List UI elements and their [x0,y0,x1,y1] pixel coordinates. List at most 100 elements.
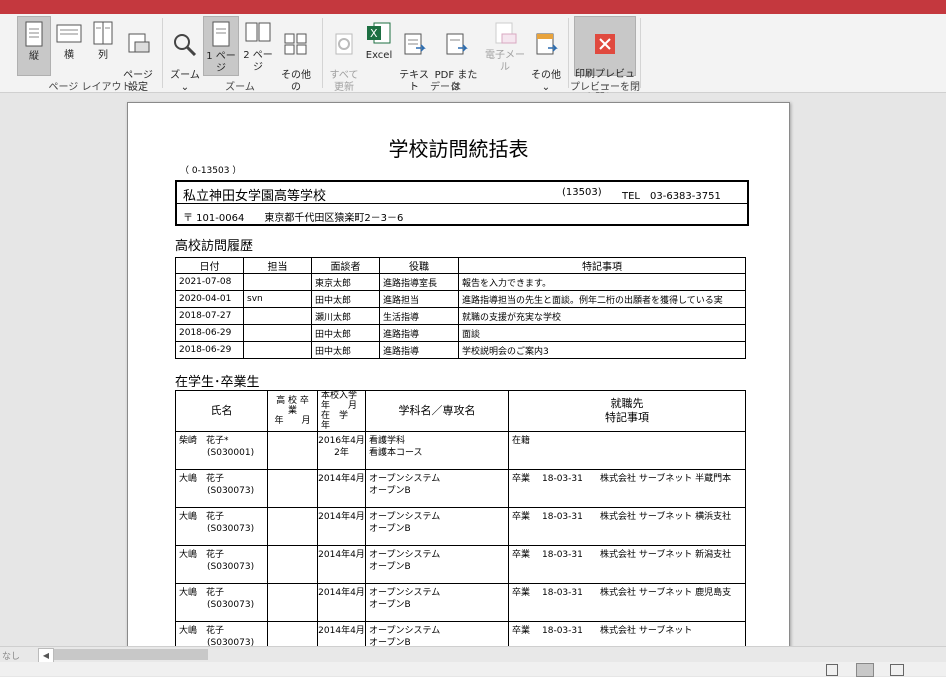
page-setup-button[interactable]: ページ 設定 [120,16,156,93]
pdf-xps-button[interactable]: PDF または XPS [432,16,480,105]
student-dept: オープンシステム [369,550,441,560]
excel-icon: X [367,22,391,44]
close-preview-button[interactable]: 印刷プレビュー を閉じる [574,16,636,104]
report-title: 学校訪問統括表 [388,137,529,161]
portrait-icon [25,21,43,47]
student-company: 株式会社 サーブネット 横浜支社 [600,512,732,522]
table-row: 2018-06-29 田中太郎 進路指導 面談 [175,324,746,342]
students-header-row: 氏名 高 校 卒 業 年 月 本校入学 年 月 在 学 年 学科名／専攻名 就職… [175,390,746,432]
student-job-line: 卒業 18-03-31 株式会社 サーブネット 新潟支社 [512,549,742,561]
landscape-label: 横 [64,50,74,61]
student-dept-cell: 看護学科 看護本コース [365,431,509,470]
excel-label: Excel [365,50,393,61]
visits-header-cell: 役職 [379,257,459,274]
visits-cell: 瀬川太郎 [311,307,380,325]
student-enroll-cell: 2014年4月 [317,621,366,646]
landscape-button[interactable]: 横 [53,16,85,76]
zoom-label: ズーム ⌄ [170,70,200,93]
refresh-all-button[interactable]: すべて 更新 [328,16,360,93]
email-button[interactable]: 電子メール [482,16,528,76]
report-page: 学校訪問統括表 （ 0-13503 ） 私立神田女学園高等学校 (13503) … [127,102,790,646]
student-job-cell: 卒業 18-03-31 株式会社 サーブネット 横浜支社 [508,507,746,546]
student-grad-date: 18-03-31 [542,588,583,598]
student-enroll-cell: 2014年4月 [317,469,366,508]
student-job-cell: 卒業 18-03-31 株式会社 サーブネット [508,621,746,646]
student-job-cell: 卒業 18-03-31 株式会社 サーブネット 鹿児島支 [508,583,746,622]
student-id: (S030073) [207,524,255,534]
visits-cell: 生活指導 [379,307,459,325]
scroll-thumb[interactable] [54,649,208,660]
two-page-label: 2 ページ [243,50,273,73]
student-status: 卒業 [512,512,531,522]
student-grad-cell [267,469,318,508]
view-layout-icon[interactable] [890,664,904,676]
one-page-label: 1 ページ [206,51,236,74]
visits-cell [243,307,312,325]
visits-body: 2021-07-08 東京太郎 進路指導室長 報告を入力できます。 2020-04-01… [175,273,746,359]
portrait-button[interactable]: 縦 [17,16,51,76]
school-info-box: 私立神田女学園高等学校 (13503) TEL 03-6383-3751 〒 1… [175,180,749,226]
scroll-left-button[interactable]: ◀ [38,648,54,663]
student-id: (S030001) [207,448,255,458]
student-id: (S030073) [207,486,255,496]
visits-cell: 田中太郎 [311,324,380,342]
student-grad-cell [267,583,318,622]
student-name: 柴崎 花子* [179,436,229,446]
student-company: 株式会社 サーブネット 半蔵門本 [600,474,732,484]
columns-button[interactable]: 列 [88,16,118,76]
student-course: 看護本コース [369,448,423,458]
two-page-button[interactable]: 2 ページ [240,16,276,76]
visits-header-cell: 日付 [175,257,244,274]
group-separator [162,18,163,88]
student-dept-cell: オープンシステム オープンB [365,507,509,546]
landscape-icon [56,24,82,43]
zoom-button[interactable]: ズーム ⌄ [168,16,202,93]
col-name: 氏名 [175,390,268,432]
student-enroll-year: 2014年4月 [318,474,365,484]
visits-heading: 高校訪問履歴 [175,239,254,254]
student-name-cell: 大嶋 花子 (S030073) [175,469,268,508]
visits-table: 日付 担当 面談者 役職 特記事項 2021-07-08 東京太郎 進路指導室長 報告を入力で… [175,257,746,359]
student-course: オープンB [369,638,411,646]
student-id: (S030073) [207,600,255,610]
student-id: (S030073) [207,562,255,572]
table-row: 大嶋 花子 (S030073) 2014年4月 オープンシステム オープンB 卒業 18-0… [175,545,746,584]
visits-header-cell: 担当 [243,257,312,274]
student-name-cell: 大嶋 花子 (S030073) [175,583,268,622]
preview-area[interactable]: 学校訪問統括表 （ 0-13503 ） 私立神田女学園高等学校 (13503) … [0,93,946,646]
portrait-label: 縦 [29,51,39,62]
student-job-line: 卒業 18-03-31 株式会社 サーブネット [512,625,742,637]
table-row: 2020-04-01 svn 田中太郎 進路担当 進路指導担当の先生と面談。例年二桁の出… [175,290,746,308]
student-status: 卒業 [512,474,531,484]
visits-cell: svn [243,290,312,308]
view-print-preview-icon[interactable] [856,663,874,677]
student-grad-date: 18-03-31 [542,474,583,484]
col-job: 就職先 特記事項 [508,390,746,432]
school-name: 私立神田女学園高等学校 [183,189,327,204]
columns-label: 列 [98,50,108,61]
student-course: オープンB [369,562,411,572]
visits-cell: 2018-07-27 [175,307,244,325]
horizontal-scrollbar[interactable]: なし ◀ [0,646,946,663]
student-name: 大嶋 花子 [179,474,225,484]
student-job-cell: 卒業 18-03-31 株式会社 サーブネット 新潟支社 [508,545,746,584]
student-name-cell: 大嶋 花子 (S030073) [175,621,268,646]
student-job-cell: 卒業 18-03-31 株式会社 サーブネット 半蔵門本 [508,469,746,508]
student-company: 株式会社 サーブネット 鹿児島支 [600,588,732,598]
visits-cell: 面談 [458,324,746,342]
student-enroll-cell: 2014年4月 [317,545,366,584]
view-report-icon[interactable] [826,664,838,676]
two-page-icon [245,22,271,42]
text-file-button[interactable]: テキスト ファイル [397,16,431,117]
visits-header-row: 日付 担当 面談者 役職 特記事項 [175,257,746,274]
other-export-button[interactable]: その他 ⌄ [530,16,562,93]
zoom-group-label: ズーム [225,82,255,93]
excel-button[interactable]: X Excel [362,16,396,76]
more-pages-button[interactable]: その他の ページ ⌄ [277,16,315,117]
student-dept: オープンシステム [369,474,441,484]
student-enroll-cell: 2016年4月 2年 [317,431,366,470]
pdf-icon [446,33,468,55]
one-page-button[interactable]: 1 ページ [203,16,239,76]
table-row: 柴崎 花子* (S030001) 2016年4月 2年 看護学科 看護本コース 在籍 [175,431,746,470]
table-row: 2018-07-27 瀬川太郎 生活指導 就職の支援が充実な学校 [175,307,746,325]
